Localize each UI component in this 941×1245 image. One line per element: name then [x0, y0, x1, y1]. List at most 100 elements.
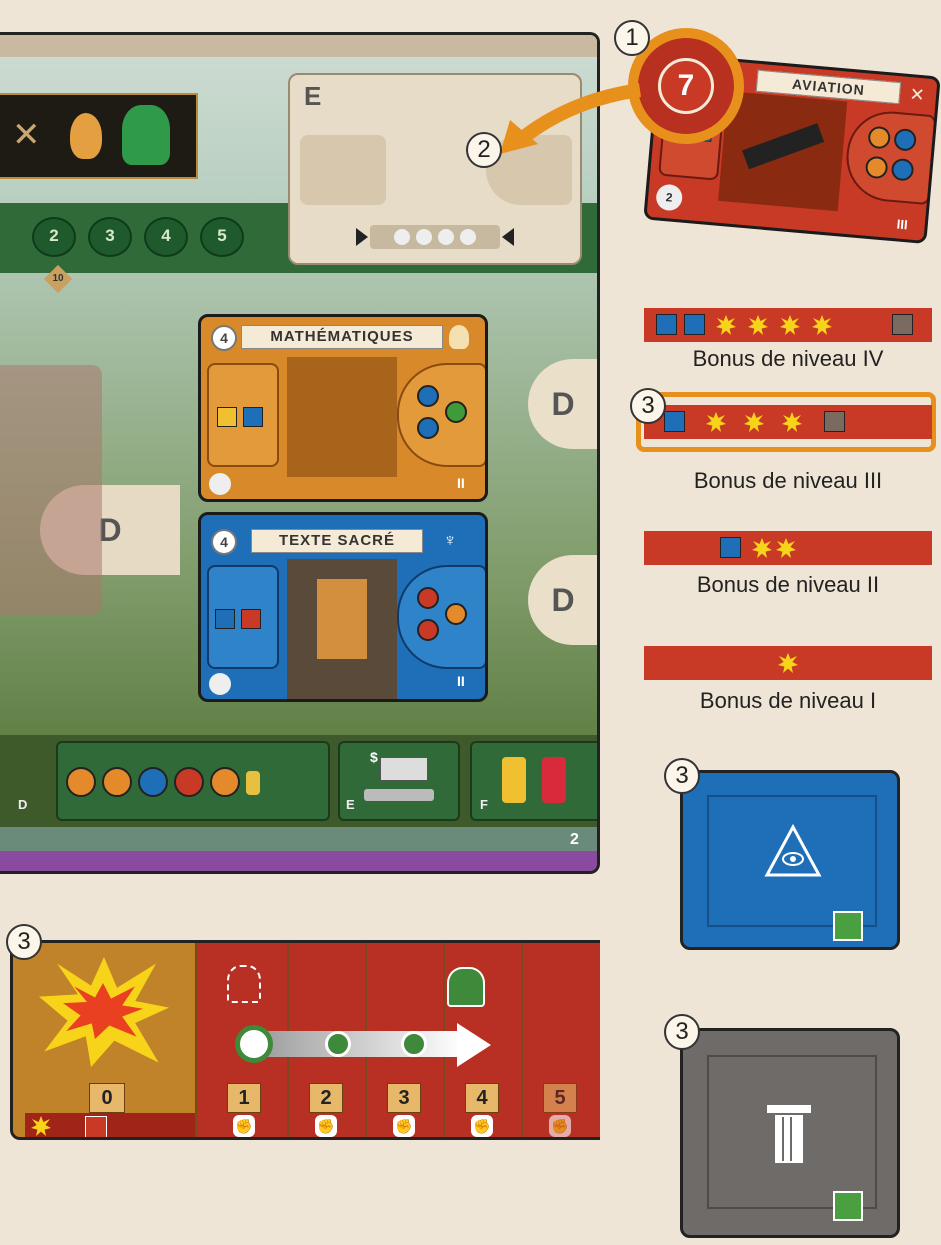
- card-left-slot: [207, 363, 279, 467]
- arrow-to-slot-e: [500, 83, 641, 154]
- gear-token-icon: [210, 767, 240, 797]
- column-square-icon: [824, 411, 845, 432]
- laurel-4: 4: [144, 217, 188, 257]
- cards-panel: F: [470, 741, 597, 821]
- card-mathematiques[interactable]: 4 MATHÉMATIQUES II: [198, 314, 488, 502]
- step-marker: [325, 1031, 351, 1057]
- callout-3: 3: [630, 388, 666, 424]
- conversion-rule: [25, 1113, 195, 1137]
- eye-square-icon: [656, 314, 677, 335]
- left-card-slot: [0, 365, 102, 615]
- callout-3-gray-tile: 3: [664, 1014, 700, 1050]
- explosion-icon: [812, 315, 832, 335]
- track-dot: [460, 229, 476, 245]
- card-right-slot: [397, 565, 485, 669]
- resource-panel: D: [18, 741, 330, 821]
- bonus-level-4-label: Bonus de niveau IV: [692, 346, 884, 371]
- bonus-level-2-strip: [644, 531, 932, 565]
- flask-icon: [70, 113, 102, 159]
- level-badge-text: 10: [52, 273, 64, 284]
- card-texte-sacre[interactable]: 4 TEXTE SACRÉ ♆ II: [198, 512, 488, 702]
- bonus-level-1-strip: [644, 646, 932, 680]
- column-square-icon: [892, 314, 913, 335]
- explosion-icon: [748, 315, 768, 335]
- dollar-sign: $: [370, 749, 378, 765]
- track-number-3: 3: [387, 1083, 421, 1113]
- jet-silhouette: [742, 123, 825, 170]
- track-number-0: 0: [89, 1083, 125, 1113]
- green-square-icon: [833, 1191, 863, 1221]
- arrow-left-icon: [502, 228, 514, 246]
- movement-bar: [253, 1031, 463, 1057]
- explosion-icon: [778, 653, 798, 673]
- slot-d-upper-right[interactable]: D: [528, 359, 597, 449]
- fist-icon: ✊: [315, 1115, 337, 1137]
- slot-e-letter: E: [304, 81, 322, 111]
- faith-icon: [417, 385, 439, 407]
- meeple-outline-icon: [227, 965, 261, 1003]
- card-title: TEXTE SACRÉ: [251, 529, 423, 553]
- money-panel: $ E: [338, 741, 460, 821]
- faith-icon: [893, 127, 918, 152]
- fist-icon: ✊: [549, 1115, 571, 1137]
- track-dot: [416, 229, 432, 245]
- footer-letter-e: E: [346, 797, 355, 812]
- footer-letter-f: F: [480, 797, 488, 812]
- track-dot: [394, 229, 410, 245]
- footer-letter-d: D: [18, 797, 28, 812]
- faith-symbol-icon: ♆: [443, 530, 457, 550]
- crossed-swords-icon: ✕: [12, 116, 41, 154]
- people-icon: [246, 771, 260, 795]
- green-square-icon: [833, 911, 863, 941]
- explosion-icon: [31, 1116, 51, 1136]
- start-position-marker: [235, 1025, 273, 1063]
- coin-square-icon: [217, 407, 237, 427]
- vase-token-icon: [66, 767, 96, 797]
- slot-d-lower-right[interactable]: D: [528, 555, 597, 645]
- track-number-4: 4: [465, 1083, 499, 1113]
- gear-token-icon: [864, 155, 889, 180]
- military-track: 0 1 2 3 4 5 ✊ ✊ ✊ ✊ ✊: [10, 940, 600, 1140]
- fist-icon: ✊: [471, 1115, 493, 1137]
- callout-1: 1: [614, 20, 650, 56]
- science-plaque: ✕: [0, 93, 198, 179]
- card-era: III: [896, 216, 909, 233]
- green-meeple-icon[interactable]: [447, 967, 485, 1007]
- explosion-icon: [782, 412, 802, 432]
- card-right-slot: [397, 363, 485, 467]
- gear-token-icon: [867, 125, 892, 150]
- faith-icon: [890, 157, 915, 182]
- aviation-cost: 7: [658, 58, 714, 114]
- vase-icon: [122, 105, 170, 165]
- laurel-5: 5: [200, 217, 244, 257]
- board-purple-strip: [0, 851, 597, 871]
- bonus-level-2-label: Bonus de niveau II: [696, 572, 880, 597]
- flask-token-icon: [445, 603, 467, 625]
- card-art: [287, 357, 397, 477]
- track-number-1: 1: [227, 1083, 261, 1113]
- track-number-5: 5: [543, 1083, 577, 1113]
- flask-icon: [449, 325, 469, 349]
- helmet-square-icon: [241, 609, 261, 629]
- eye-square-icon: [684, 314, 705, 335]
- eye-square-icon: [243, 407, 263, 427]
- bonus-level-3-label: Bonus de niveau III: [693, 468, 883, 493]
- red-card-icon: [542, 757, 566, 803]
- track-number-2: 2: [309, 1083, 343, 1113]
- card-laurel: 2: [655, 183, 684, 212]
- fist-icon: ✊: [233, 1115, 255, 1137]
- card-right-slot: [842, 107, 937, 206]
- card-era: II: [457, 475, 465, 491]
- laurel-2: 2: [32, 217, 76, 257]
- faith-token-icon: [138, 767, 168, 797]
- progress-track: [356, 225, 514, 249]
- explosion-icon: [752, 538, 772, 558]
- bonus-level-3-strip: [644, 405, 932, 439]
- bonus-level-1-label: Bonus de niveau I: [699, 688, 877, 713]
- step-marker: [401, 1031, 427, 1057]
- laurel-3: 3: [88, 217, 132, 257]
- column-icon: [767, 1105, 811, 1163]
- card-cost: 4: [211, 325, 237, 351]
- card-era: II: [457, 673, 465, 689]
- laurel-icon: [209, 673, 231, 695]
